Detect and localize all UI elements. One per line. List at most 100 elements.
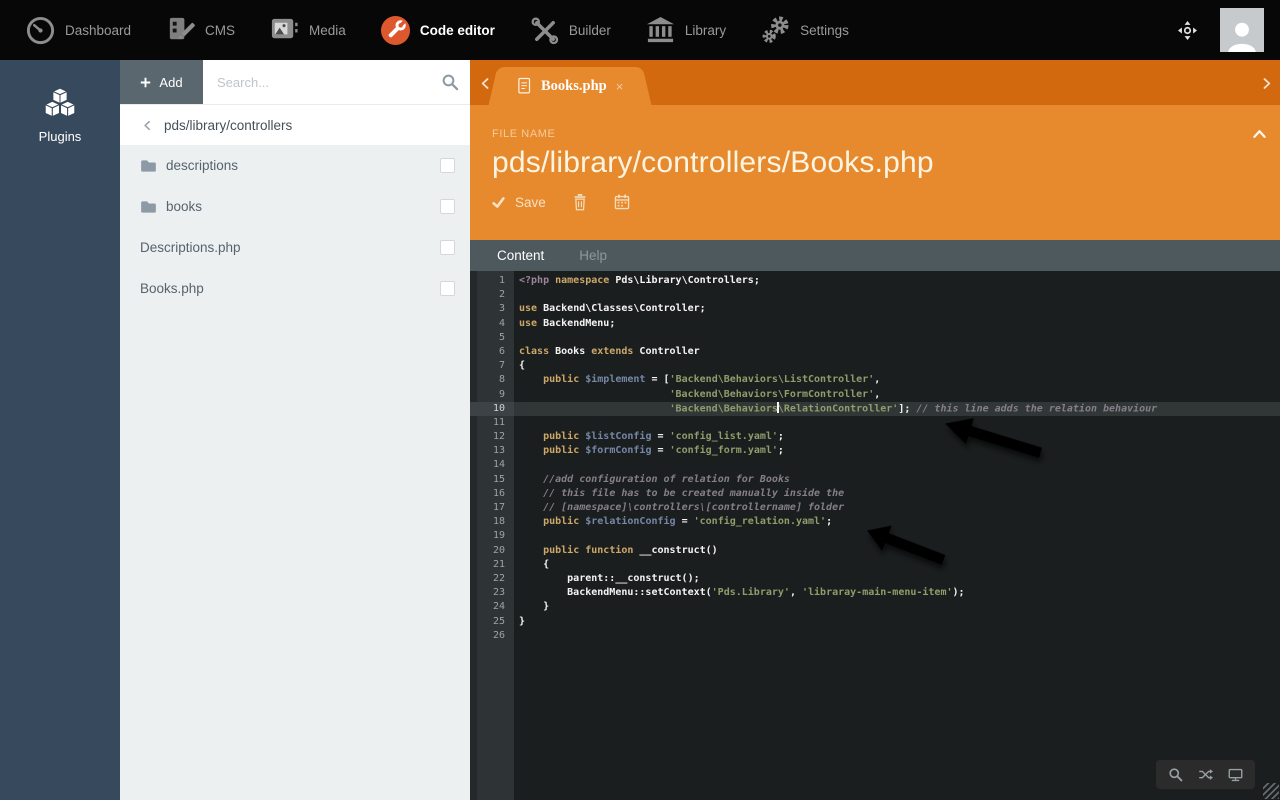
resize-grip[interactable]: [1263, 783, 1279, 799]
sidebar-item-plugins[interactable]: Plugins: [0, 60, 120, 144]
code-line-15[interactable]: 15 //add configuration of relation for B…: [470, 473, 1280, 487]
code-line-11[interactable]: 11: [470, 416, 1280, 430]
code-editor-icon: [380, 15, 411, 46]
nav-item-dashboard[interactable]: Dashboard: [8, 0, 148, 60]
add-button-label: Add: [159, 74, 183, 90]
code-line-5[interactable]: 5: [470, 331, 1280, 345]
collapse-header-icon[interactable]: [1252, 127, 1267, 142]
plugins-icon: [41, 86, 79, 121]
nav-item-label: Settings: [800, 22, 849, 38]
file-checkbox[interactable]: [440, 281, 455, 296]
replace-shuffle-icon[interactable]: [1198, 767, 1213, 782]
delete-icon[interactable]: [572, 193, 588, 211]
search-icon: [441, 73, 459, 91]
editor-mini-toolbar: [1156, 760, 1255, 789]
top-navigation: Dashboard CMS Media Code editor Builder Libra…: [0, 0, 1280, 60]
file-list: descriptions books Descriptions.php Books.p…: [120, 145, 470, 800]
plus-icon: [140, 77, 151, 88]
code-line-9[interactable]: 9 'Backend\Behaviors\FormController',: [470, 388, 1280, 402]
code-line-3[interactable]: 3 use Backend\Classes\Controller;: [470, 302, 1280, 316]
save-button-label: Save: [515, 194, 546, 210]
tabs-scroll-left-icon[interactable]: [479, 77, 492, 90]
library-icon: [645, 15, 676, 46]
code-line-21[interactable]: 21 {: [470, 558, 1280, 572]
file-header-toolbar: Save: [492, 193, 1280, 211]
code-editor-page: Dashboard CMS Media Code editor Builder Libra…: [0, 0, 1280, 800]
nav-item-cms[interactable]: CMS: [148, 0, 252, 60]
dashboard-icon: [25, 15, 56, 46]
body: Plugins Add pds/library/controllers desc…: [0, 60, 1280, 800]
tab-content[interactable]: Content: [497, 248, 544, 263]
save-button[interactable]: Save: [492, 195, 546, 210]
editor-pane: Books.php × FILE NAME pds/library/contro…: [470, 60, 1280, 800]
code-editor[interactable]: 1 <?php namespace Pds\Library\Controllers…: [470, 271, 1280, 800]
user-icon: [1224, 18, 1260, 52]
file-item-label: Descriptions.php: [140, 240, 241, 255]
file-panel: Add pds/library/controllers descriptions…: [120, 60, 470, 800]
file-checkbox[interactable]: [440, 240, 455, 255]
topnav-right: [1177, 8, 1264, 52]
file-item-label: books: [166, 199, 203, 214]
code-line-13[interactable]: 13 public $formConfig = 'config_form.yam…: [470, 444, 1280, 458]
editor-tabstrip: Books.php ×: [470, 60, 1280, 105]
nav-item-label: Library: [684, 22, 727, 38]
folder-icon: [140, 200, 157, 214]
tab-close-icon[interactable]: ×: [616, 79, 624, 94]
code-line-4[interactable]: 4 use BackendMenu;: [470, 317, 1280, 331]
nav-item-label: Media: [309, 22, 346, 38]
file-item-label: descriptions: [166, 158, 239, 173]
code-line-23[interactable]: 23 BackendMenu::setContext('Pds.Library'…: [470, 586, 1280, 600]
code-line-22[interactable]: 22 parent::__construct();: [470, 572, 1280, 586]
code-line-17[interactable]: 17 // [namespace]\controllers\[controlle…: [470, 501, 1280, 515]
search-input[interactable]: [203, 60, 470, 104]
file-name-value: pds/library/controllers/Books.php: [492, 146, 934, 179]
move-icon[interactable]: [1177, 20, 1198, 41]
content-tabs: Content Help: [470, 240, 1280, 271]
code-line-2[interactable]: 2: [470, 288, 1280, 302]
nav-item-library[interactable]: Library: [628, 0, 743, 60]
fullscreen-monitor-icon[interactable]: [1228, 767, 1243, 782]
avatar[interactable]: [1220, 8, 1264, 52]
cms-icon: [165, 15, 196, 46]
file-panel-toolbar: Add: [120, 60, 470, 104]
tabs-scroll-right-icon[interactable]: [1260, 77, 1273, 90]
add-button[interactable]: Add: [120, 60, 203, 104]
code-line-12[interactable]: 12 public $listConfig = 'config_list.yam…: [470, 430, 1280, 444]
nav-item-code-editor[interactable]: Code editor: [363, 0, 512, 60]
chevron-left-icon: [142, 120, 153, 131]
builder-icon: [529, 15, 560, 46]
code-line-14[interactable]: 14: [470, 458, 1280, 472]
code-line-24[interactable]: 24 }: [470, 600, 1280, 614]
file-item-descriptions[interactable]: descriptions: [120, 145, 470, 186]
document-icon: [517, 77, 532, 95]
nav-item-builder[interactable]: Builder: [512, 0, 628, 60]
calendar-icon[interactable]: [614, 193, 630, 211]
nav-item-settings[interactable]: Settings: [743, 0, 866, 60]
code-line-8[interactable]: 8 public $implement = ['Backend\Behavior…: [470, 373, 1280, 387]
sidebar: Plugins: [0, 60, 120, 800]
file-item-books-php[interactable]: Books.php: [120, 268, 470, 309]
file-item-descriptions-php[interactable]: Descriptions.php: [120, 227, 470, 268]
code-line-1[interactable]: 1 <?php namespace Pds\Library\Controllers…: [470, 274, 1280, 288]
code-line-26[interactable]: 26: [470, 629, 1280, 643]
code-line-10[interactable]: 10 'Backend\Behaviors\RelationController…: [470, 401, 1280, 416]
tab-label: Books.php: [541, 77, 607, 94]
nav-item-media[interactable]: Media: [252, 0, 363, 60]
file-item-label: Books.php: [140, 281, 204, 296]
code-line-25[interactable]: 25}: [470, 615, 1280, 629]
tab-books-php[interactable]: Books.php ×: [501, 67, 640, 105]
search-box: [203, 60, 470, 104]
tab-help[interactable]: Help: [579, 248, 607, 263]
file-checkbox[interactable]: [440, 158, 455, 173]
file-checkbox[interactable]: [440, 199, 455, 214]
nav-item-label: Dashboard: [65, 22, 132, 38]
breadcrumb[interactable]: pds/library/controllers: [120, 104, 470, 145]
code-line-6[interactable]: 6 class Books extends Controller: [470, 345, 1280, 359]
media-icon: [269, 15, 300, 46]
nav-item-label: Code editor: [419, 22, 495, 38]
search-code-icon[interactable]: [1168, 767, 1183, 782]
code-line-7[interactable]: 7{: [470, 359, 1280, 373]
file-item-books[interactable]: books: [120, 186, 470, 227]
code-line-16[interactable]: 16 // this file has to be created manual…: [470, 487, 1280, 501]
breadcrumb-path: pds/library/controllers: [164, 117, 293, 133]
